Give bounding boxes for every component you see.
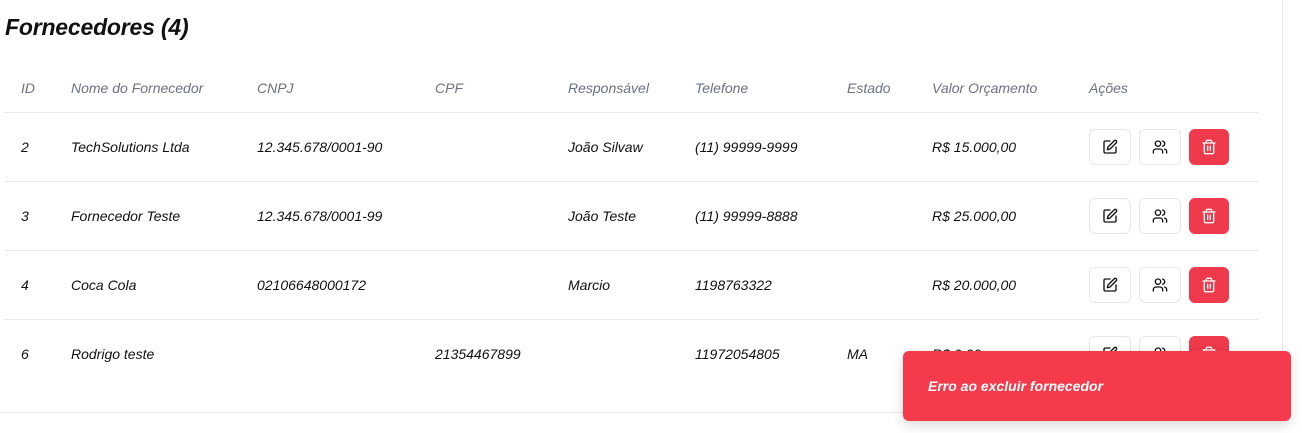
column-header-nome: Nome do Fornecedor: [55, 64, 241, 113]
cell-telefone: 1198763322: [679, 250, 831, 320]
cell-actions: [1073, 112, 1258, 182]
table-header-row: ID Nome do Fornecedor CNPJ CPF Responsáv…: [5, 64, 1258, 113]
column-header-responsavel: Responsável: [552, 64, 679, 113]
table-row: 3 Fornecedor Teste 12.345.678/0001-99 Jo…: [5, 181, 1258, 251]
trash-icon: [1201, 208, 1217, 224]
page-title: Fornecedores (4): [5, 14, 189, 40]
cell-cpf: [419, 250, 552, 320]
cell-telefone: 11972054805: [695, 346, 780, 362]
cell-cpf: [419, 112, 552, 182]
table-row: 4 Coca Cola 02106648000172 Marcio 119876…: [5, 250, 1258, 320]
contacts-button[interactable]: [1139, 198, 1181, 234]
edit-icon: [1102, 277, 1118, 293]
cell-id: 4: [5, 250, 55, 320]
cell-nome: Rodrigo teste: [71, 346, 155, 362]
column-header-cpf: CPF: [419, 64, 552, 113]
table-body: 2 TechSolutions Ltda 12.345.678/0001-90 …: [5, 112, 1258, 389]
error-toast[interactable]: Erro ao excluir fornecedor: [903, 351, 1291, 421]
users-icon: [1152, 277, 1168, 293]
column-header-valor: Valor Orçamento: [916, 64, 1073, 113]
cell-valor: R$ 20.000,00: [916, 250, 1073, 320]
cell-estado: [831, 112, 916, 182]
cell-responsavel: João Teste: [552, 181, 679, 251]
column-header-cnpj: CNPJ: [241, 64, 419, 113]
edit-button[interactable]: [1089, 267, 1131, 303]
cell-responsavel: [552, 320, 679, 389]
delete-button[interactable]: [1189, 267, 1229, 303]
cell-nome: Fornecedor Teste: [55, 181, 241, 251]
cell-responsavel: João Silvaw: [552, 112, 679, 182]
column-header-estado: Estado: [831, 64, 916, 113]
cell-telefone: (11) 99999-9999: [679, 112, 831, 182]
table-row: 2 TechSolutions Ltda 12.345.678/0001-90 …: [5, 112, 1258, 182]
edit-button[interactable]: [1089, 198, 1131, 234]
delete-button[interactable]: [1189, 129, 1229, 165]
cell-estado: [831, 250, 916, 320]
delete-button[interactable]: [1189, 198, 1229, 234]
cell-estado: [831, 181, 916, 251]
cell-nome: Coca Cola: [55, 250, 241, 320]
cell-cpf: 21354467899: [435, 346, 521, 362]
users-icon: [1152, 208, 1168, 224]
toast-message: Erro ao excluir fornecedor: [928, 378, 1104, 394]
cell-actions: [1073, 250, 1258, 320]
edit-icon: [1102, 139, 1118, 155]
trash-icon: [1201, 139, 1217, 155]
cell-valor: R$ 15.000,00: [916, 112, 1073, 182]
cell-cnpj: 12.345.678/0001-99: [241, 181, 419, 251]
cell-id: 2: [5, 112, 55, 182]
cell-actions: [1073, 181, 1258, 251]
cell-valor: R$ 25.000,00: [916, 181, 1073, 251]
edit-icon: [1102, 208, 1118, 224]
cell-cnpj: 12.345.678/0001-90: [241, 112, 419, 182]
column-header-id: ID: [5, 64, 55, 113]
cell-responsavel: Marcio: [552, 250, 679, 320]
cell-nome: TechSolutions Ltda: [55, 112, 241, 182]
contacts-button[interactable]: [1139, 129, 1181, 165]
suppliers-table: ID Nome do Fornecedor CNPJ CPF Responsáv…: [5, 64, 1258, 388]
cell-cpf: [419, 181, 552, 251]
contacts-button[interactable]: [1139, 267, 1181, 303]
row-actions: [1089, 129, 1258, 165]
cell-cnpj: [241, 320, 419, 389]
cell-cnpj: 02106648000172: [241, 250, 419, 320]
column-header-telefone: Telefone: [679, 64, 831, 113]
cell-id: 3: [5, 181, 55, 251]
row-actions: [1089, 198, 1258, 234]
users-icon: [1152, 139, 1168, 155]
cell-id: 6: [21, 346, 29, 362]
trash-icon: [1201, 277, 1217, 293]
cell-telefone: (11) 99999-8888: [679, 181, 831, 251]
row-actions: [1089, 267, 1258, 303]
column-header-acoes: Ações: [1073, 64, 1258, 113]
edit-button[interactable]: [1089, 129, 1131, 165]
